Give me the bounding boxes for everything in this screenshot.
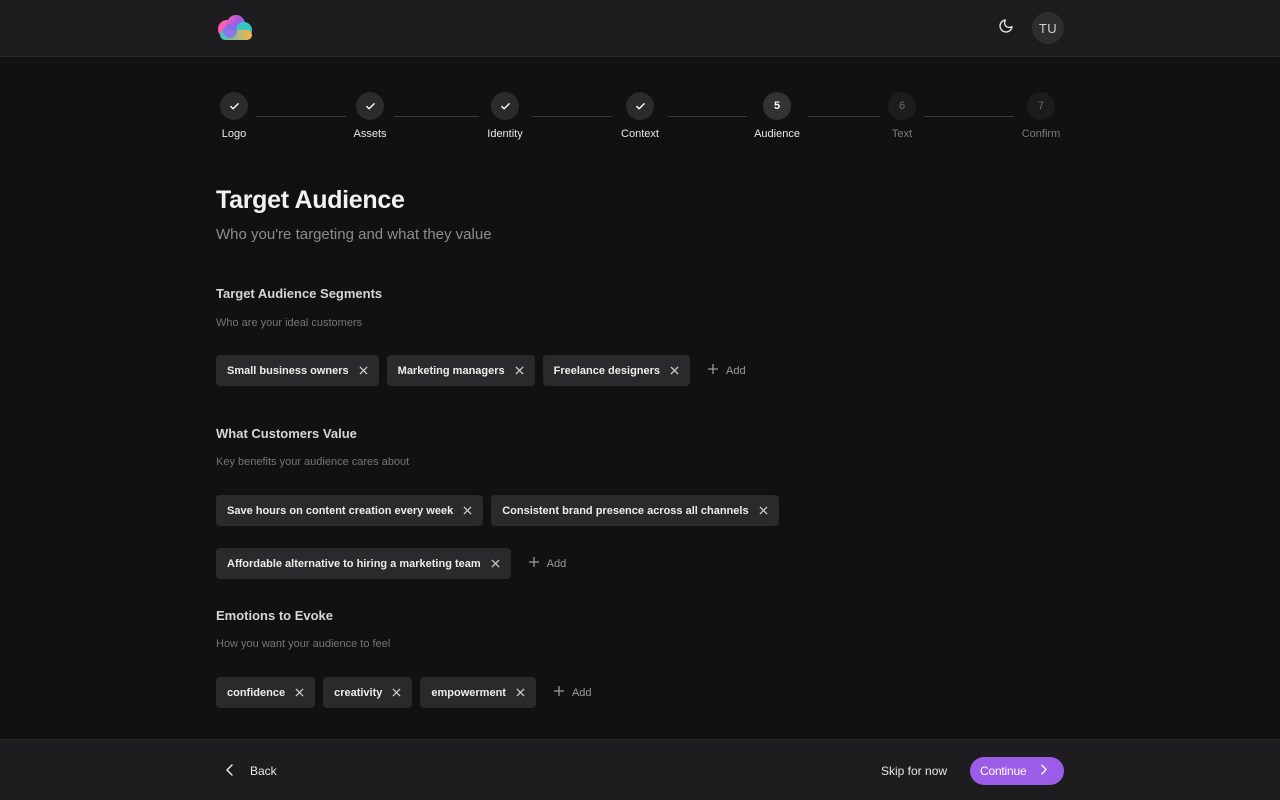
tag-label: Freelance designers [553,364,661,377]
stepper-connector [667,116,747,117]
close-icon[interactable] [670,366,679,375]
close-icon[interactable] [359,366,368,375]
emotions-tag-list: confidence creativity empowerment Add [216,677,1064,708]
step-label: Confirm [1021,128,1061,140]
page-title: Target Audience [216,186,405,214]
skip-button[interactable]: Skip for now [872,758,956,784]
step-identity[interactable]: Identity [470,92,540,140]
tag-label: creativity [334,686,383,699]
plus-icon [528,557,539,570]
tag-label: Save hours on content creation every wee… [227,504,454,517]
checkmark-icon [356,92,384,120]
stepper-connector [924,116,1014,117]
close-icon[interactable] [463,506,472,515]
segment-tag: Small business owners [216,355,379,386]
step-label: Identity [487,128,523,140]
theme-toggle-button[interactable] [992,14,1020,42]
back-button[interactable]: Back [220,758,283,784]
step-confirm[interactable]: 7 Confirm [1006,92,1076,140]
step-audience[interactable]: 5 Audience [742,92,812,140]
checkmark-icon [220,92,248,120]
tag-label: Affordable alternative to hiring a marke… [227,557,481,570]
top-bar: TU [0,0,1280,57]
close-icon[interactable] [295,688,304,697]
value-tag: Consistent brand presence across all cha… [491,495,779,526]
stepper-connector [256,116,346,117]
add-segment-button[interactable]: Add [698,355,756,386]
step-label: Assets [353,128,387,140]
value-tag: Save hours on content creation every wee… [216,495,484,526]
step-number: 7 [1027,92,1055,120]
step-number: 5 [763,92,791,120]
tag-label: confidence [227,686,286,699]
stepper-connector [394,116,479,117]
value-tag: Affordable alternative to hiring a marke… [216,548,511,579]
values-tag-list: Save hours on content creation every wee… [216,495,1064,579]
step-number: 6 [888,92,916,120]
tag-label: Marketing managers [397,364,505,377]
segment-tag: Marketing managers [386,355,535,386]
emotion-tag: creativity [323,677,413,708]
step-label: Text [891,128,913,140]
progress-stepper: Logo Assets Identity Context 5 Audience … [0,92,1280,152]
tag-label: empowerment [431,686,506,699]
step-label: Logo [221,128,247,140]
add-value-button[interactable]: Add [519,548,577,579]
stepper-connector [531,116,613,117]
emotions-section-description: How you want your audience to feel [216,638,391,650]
checkmark-icon [626,92,654,120]
continue-label: Continue [980,764,1027,778]
continue-button[interactable]: Continue [970,757,1064,785]
close-icon[interactable] [515,366,524,375]
add-emotion-button[interactable]: Add [544,677,602,708]
emotion-tag: confidence [216,677,316,708]
segments-section-title: Target Audience Segments [216,286,383,301]
add-label: Add [546,557,567,570]
chevron-left-icon [226,763,234,779]
segment-tag: Freelance designers [542,355,691,386]
back-label: Back [250,764,277,778]
plus-icon [708,364,719,377]
chevron-right-icon [1040,764,1048,778]
tag-label: Small business owners [227,364,349,377]
segments-section-description: Who are your ideal customers [216,317,363,329]
add-label: Add [726,364,746,377]
emotions-section-title: Emotions to Evoke [216,608,334,623]
segments-tag-list: Small business owners Marketing managers… [216,355,1064,386]
close-icon[interactable] [491,559,500,568]
close-icon[interactable] [392,688,401,697]
step-context[interactable]: Context [605,92,675,140]
step-assets[interactable]: Assets [335,92,405,140]
values-section-description: Key benefits your audience cares about [216,456,410,468]
cloud-logo-icon[interactable] [216,14,254,42]
moon-icon [998,18,1014,39]
step-logo[interactable]: Logo [199,92,269,140]
step-text[interactable]: 6 Text [867,92,937,140]
page-subtitle: Who you're targeting and what they value [216,226,492,243]
emotion-tag: empowerment [420,677,536,708]
tag-label: Consistent brand presence across all cha… [502,504,749,517]
step-label: Audience [754,128,800,140]
plus-icon [553,686,564,699]
add-label: Add [571,686,592,699]
values-section-title: What Customers Value [216,426,357,441]
close-icon[interactable] [516,688,525,697]
footer-bar: Back Skip for now Continue [0,739,1280,800]
close-icon[interactable] [759,506,768,515]
step-label: Context [621,128,659,140]
checkmark-icon [491,92,519,120]
avatar[interactable]: TU [1032,12,1064,44]
